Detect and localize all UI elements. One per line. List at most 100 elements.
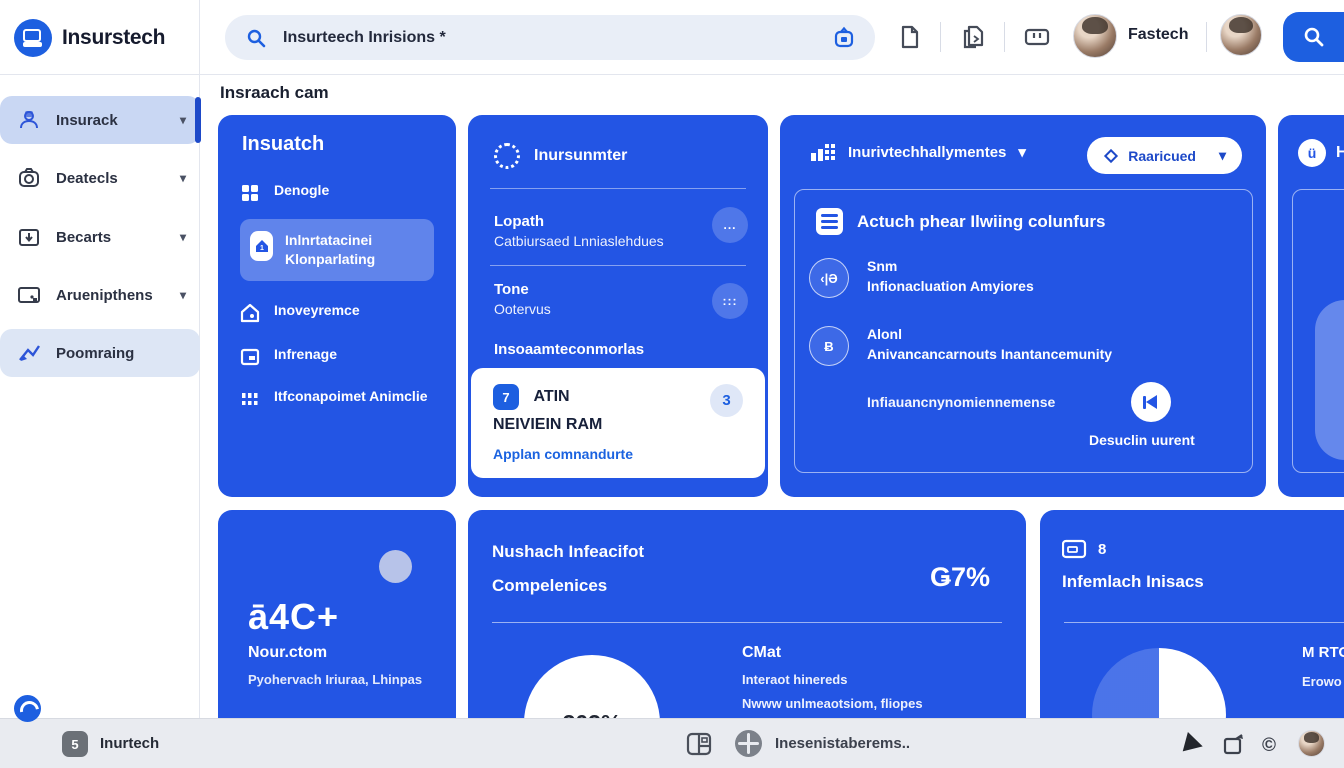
skip-back-button[interactable]	[1131, 382, 1171, 422]
download-box-icon	[16, 224, 42, 250]
pie-legend-sub: Erowo	[1302, 674, 1342, 689]
floating-chat-button[interactable]	[14, 695, 41, 722]
header-divider	[1004, 22, 1005, 52]
taskbar-app-icon[interactable]: 5	[62, 731, 88, 757]
pie-card-icons: 8	[1062, 538, 1106, 560]
box-header: Actuch phear Ilwiing colunfurs	[816, 208, 1105, 235]
sidebar-item-poomraing[interactable]: Poomraing	[0, 329, 200, 377]
detail-card-header[interactable]: Inurivtechhallymentes ▾	[810, 141, 1026, 163]
sidebar-item-aruenipthens[interactable]: Aruenipthens ▾	[0, 272, 200, 318]
nav-item-infrenage[interactable]: Infrenage	[238, 345, 436, 369]
sidebar-item-insurack[interactable]: Insurack ▾	[0, 96, 200, 144]
task-subtitle: Catbiursaed Lnniaslehdues	[494, 233, 664, 249]
lock-shape	[1315, 300, 1344, 460]
filter-dropdown[interactable]: Raaricued ▾	[1087, 137, 1242, 174]
dots-grid-icon	[238, 387, 262, 411]
more-button[interactable]: :::	[712, 283, 748, 319]
chevron-down-icon: ▾	[180, 113, 186, 127]
app-badge-glyph: 5	[71, 737, 78, 752]
edge-card-header: ü H	[1298, 139, 1344, 167]
task-row[interactable]: Tone Ootervus	[494, 281, 551, 317]
pie-legend-title: M RTO	[1302, 644, 1344, 661]
search-lock-icon[interactable]	[829, 23, 859, 53]
edge-card-title: H	[1336, 144, 1344, 162]
image-icon	[16, 282, 42, 308]
footer-link[interactable]: Applan comnandurte	[493, 446, 743, 462]
icon-glyph: ü	[1308, 145, 1317, 161]
status-dot	[379, 550, 412, 583]
task-title: Tone	[494, 281, 551, 298]
gauge-title-line1: Nushach Infeacifot	[492, 542, 644, 562]
header-divider	[940, 22, 941, 52]
camera-icon	[16, 165, 42, 191]
brand-logo[interactable]: Insurstech	[0, 0, 200, 75]
task-row[interactable]: Lopath Catbiursaed Lnniaslehdues	[494, 213, 664, 249]
copyright-glyph: ©	[1262, 735, 1276, 756]
nav-item-label: Infrenage	[274, 345, 337, 364]
nav-item-label: Itfconapoimet Animclie	[274, 387, 428, 406]
divider	[1064, 622, 1344, 623]
copyright-icon[interactable]: ©	[1262, 735, 1276, 757]
copy-file-icon[interactable]	[958, 22, 988, 52]
page-title: Insraach cam	[220, 83, 329, 103]
more-glyph: ...	[723, 218, 736, 232]
share-window-icon[interactable]	[1222, 733, 1246, 757]
globe-icon[interactable]	[735, 730, 762, 757]
detail-inner-box: Actuch phear Ilwiing colunfurs ‹|Ə Snm I…	[794, 189, 1253, 473]
clock-icon: ü	[1298, 139, 1326, 167]
global-search[interactable]	[225, 15, 875, 60]
taskbar-avatar[interactable]	[1298, 730, 1325, 757]
nav-card: Insuatch Denogle 1 Inlnrtatacinei Klonpa…	[218, 115, 456, 497]
detail-item[interactable]: ‹|Ə Snm Infionacluation Amyiores	[809, 258, 1034, 298]
window-grid-icon[interactable]	[685, 730, 713, 758]
nav-item-itfconapoimet[interactable]: Itfconapoimet Animclie	[238, 387, 436, 411]
search-icon	[241, 23, 271, 53]
divider	[492, 622, 1002, 623]
home-badge-icon: 1	[250, 231, 273, 261]
nav-item-klonparlating[interactable]: 1 Inlnrtatacinei Klonparlating	[240, 219, 434, 281]
chevron-down-icon: ▾	[180, 171, 186, 185]
detail-item[interactable]: Ƀ Alonl Anivancancarnouts Inantancemunit…	[809, 326, 1112, 366]
more-glyph: :::	[723, 294, 738, 308]
secondary-avatar[interactable]	[1220, 14, 1262, 56]
gauge-col-line2: Nwww unlmeaotsiom, fliopes	[742, 696, 923, 711]
sidebar-item-deatecls[interactable]: Deatecls ▾	[0, 155, 200, 201]
search-input[interactable]	[283, 29, 817, 47]
tasks-footer-panel[interactable]: 7 ATIN NEIVIEIN RAM Applan comnandurte 3	[471, 368, 765, 478]
kanban-board-icon[interactable]	[1022, 22, 1052, 52]
stat-value: ā4C+	[248, 596, 339, 638]
bar-chart-icon	[810, 141, 836, 163]
sidebar-item-label: Insurack	[56, 112, 118, 129]
item-title: Snm	[867, 258, 1034, 274]
document-icon[interactable]	[894, 22, 924, 52]
ribbon-icon: 8	[1098, 541, 1106, 558]
pen-chart-icon	[16, 340, 42, 366]
footer-subtitle: NEIVIEIN RAM	[493, 416, 743, 434]
item-subtitle: Anivancancarnouts Inantancemunity	[867, 346, 1112, 362]
mail-icon	[1062, 538, 1088, 560]
edge-inner-box	[1292, 189, 1344, 473]
sidebar-item-becarts[interactable]: Becarts ▾	[0, 214, 200, 260]
filter-label: Raaricued	[1128, 148, 1196, 164]
nav-item-inoveyremce[interactable]: Inoveyremce	[238, 301, 436, 325]
detail-card: Inurivtechhallymentes ▾ Raaricued ▾ Actu…	[780, 115, 1266, 497]
brand-name: Insurstech	[62, 26, 165, 50]
detail-card-title: Inurivtechhallymentes	[848, 144, 1006, 161]
nav-item-denogle[interactable]: Denogle	[238, 181, 436, 205]
sidebar-item-label: Poomraing	[56, 345, 134, 362]
chevron-down-icon: ▾	[180, 288, 186, 302]
cursor-icon	[1183, 732, 1206, 756]
item-title: Alonl	[867, 326, 1112, 342]
svg-text:1: 1	[260, 245, 264, 252]
nav-item-label: Inoveyremce	[274, 301, 360, 320]
more-button[interactable]: ...	[712, 207, 748, 243]
list-icon	[816, 208, 843, 235]
pie-card-title: Infemlach Inisacs	[1062, 572, 1204, 592]
header-search-button[interactable]	[1283, 12, 1344, 62]
header-divider	[1206, 22, 1207, 52]
nav-item-label: Inlnrtatacinei Klonparlating	[285, 231, 424, 269]
number-badge: 7	[493, 384, 519, 410]
gauge-percent: Ǥ7%	[930, 562, 990, 593]
sidebar-item-label: Aruenipthens	[56, 287, 153, 304]
user-avatar[interactable]	[1073, 14, 1117, 58]
